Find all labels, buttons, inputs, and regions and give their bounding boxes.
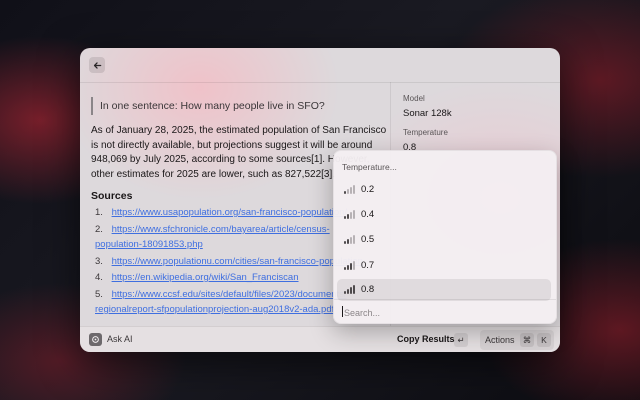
source-number: 4. [95, 272, 103, 283]
signal-bars-icon [344, 210, 356, 219]
source-link[interactable]: https://www.ccsf.edu/sites/default/files… [112, 289, 347, 300]
sparkle-icon [92, 336, 99, 343]
dropdown-title: Temperature... [342, 162, 397, 172]
cmd-key-hint: ⌘ [520, 333, 534, 347]
actions-label: Actions [485, 335, 515, 345]
temperature-label: Temperature [403, 128, 448, 137]
source-link[interactable]: https://www.usapopulation.org/san-franci… [112, 207, 348, 218]
source-link[interactable]: https://www.sfchronicle.com/bayarea/arti… [112, 224, 330, 235]
model-label: Model [403, 94, 425, 103]
source-item-continued: regionalreport-sfpopulationprojection-au… [95, 303, 334, 318]
copy-results-button[interactable]: Copy Results [397, 334, 455, 344]
top-bar [80, 48, 560, 83]
source-item: 3. https://www.populationu.com/cities/sa… [95, 255, 363, 270]
arrow-left-icon [93, 61, 101, 69]
temperature-option[interactable]: 0.2 [337, 179, 551, 201]
user-question: In one sentence: How many people live in… [91, 97, 380, 115]
model-value[interactable]: Sonar 128k [403, 108, 452, 119]
temperature-dropdown: Temperature... 0.2 0.4 0.5 0.7 0.8 [333, 150, 557, 324]
source-item: 2. https://www.sfchronicle.com/bayarea/a… [95, 223, 330, 238]
search-input[interactable] [342, 304, 546, 322]
signal-bars-icon [344, 235, 356, 244]
ask-ai-label[interactable]: Ask AI [107, 334, 133, 344]
option-value: 0.4 [361, 209, 375, 220]
option-value: 0.7 [361, 260, 375, 271]
option-value: 0.5 [361, 234, 375, 245]
ai-assistant-icon[interactable] [89, 333, 102, 346]
source-number: 5. [95, 289, 103, 300]
source-number: 2. [95, 224, 103, 235]
signal-bars-icon [344, 285, 356, 294]
temperature-option[interactable]: 0.7 [337, 255, 551, 277]
dropdown-search [334, 299, 556, 323]
source-item-continued: population-18091853.php [95, 238, 203, 253]
signal-bars-icon [344, 261, 356, 270]
source-link-continued[interactable]: regionalreport-sfpopulationprojection-au… [95, 304, 334, 315]
option-value: 0.2 [361, 184, 375, 195]
source-item: 4. https://en.wikipedia.org/wiki/San_Fra… [95, 271, 299, 286]
back-button[interactable] [89, 57, 105, 73]
temperature-option[interactable]: 0.5 [337, 229, 551, 251]
source-item: 5. https://www.ccsf.edu/sites/default/fi… [95, 288, 347, 303]
k-key-hint: K [537, 333, 551, 347]
signal-bars-icon [344, 185, 356, 194]
source-number: 1. [95, 207, 103, 218]
source-item: 1. https://www.usapopulation.org/san-fra… [95, 206, 347, 221]
bottom-action-bar: Ask AI Copy Results ↵ Actions ⌘ K [80, 326, 560, 352]
sources-heading: Sources [91, 190, 133, 202]
option-value: 0.8 [361, 284, 375, 295]
source-number: 3. [95, 256, 103, 267]
enter-key-hint: ↵ [454, 333, 468, 347]
actions-button[interactable]: Actions ⌘ K [480, 330, 554, 350]
temperature-option-selected[interactable]: 0.8 [337, 279, 551, 301]
temperature-option[interactable]: 0.4 [337, 204, 551, 226]
source-link[interactable]: https://www.populationu.com/cities/san-f… [112, 256, 363, 267]
source-link[interactable]: https://en.wikipedia.org/wiki/San_Franci… [112, 272, 299, 283]
source-link-continued[interactable]: population-18091853.php [95, 239, 203, 250]
